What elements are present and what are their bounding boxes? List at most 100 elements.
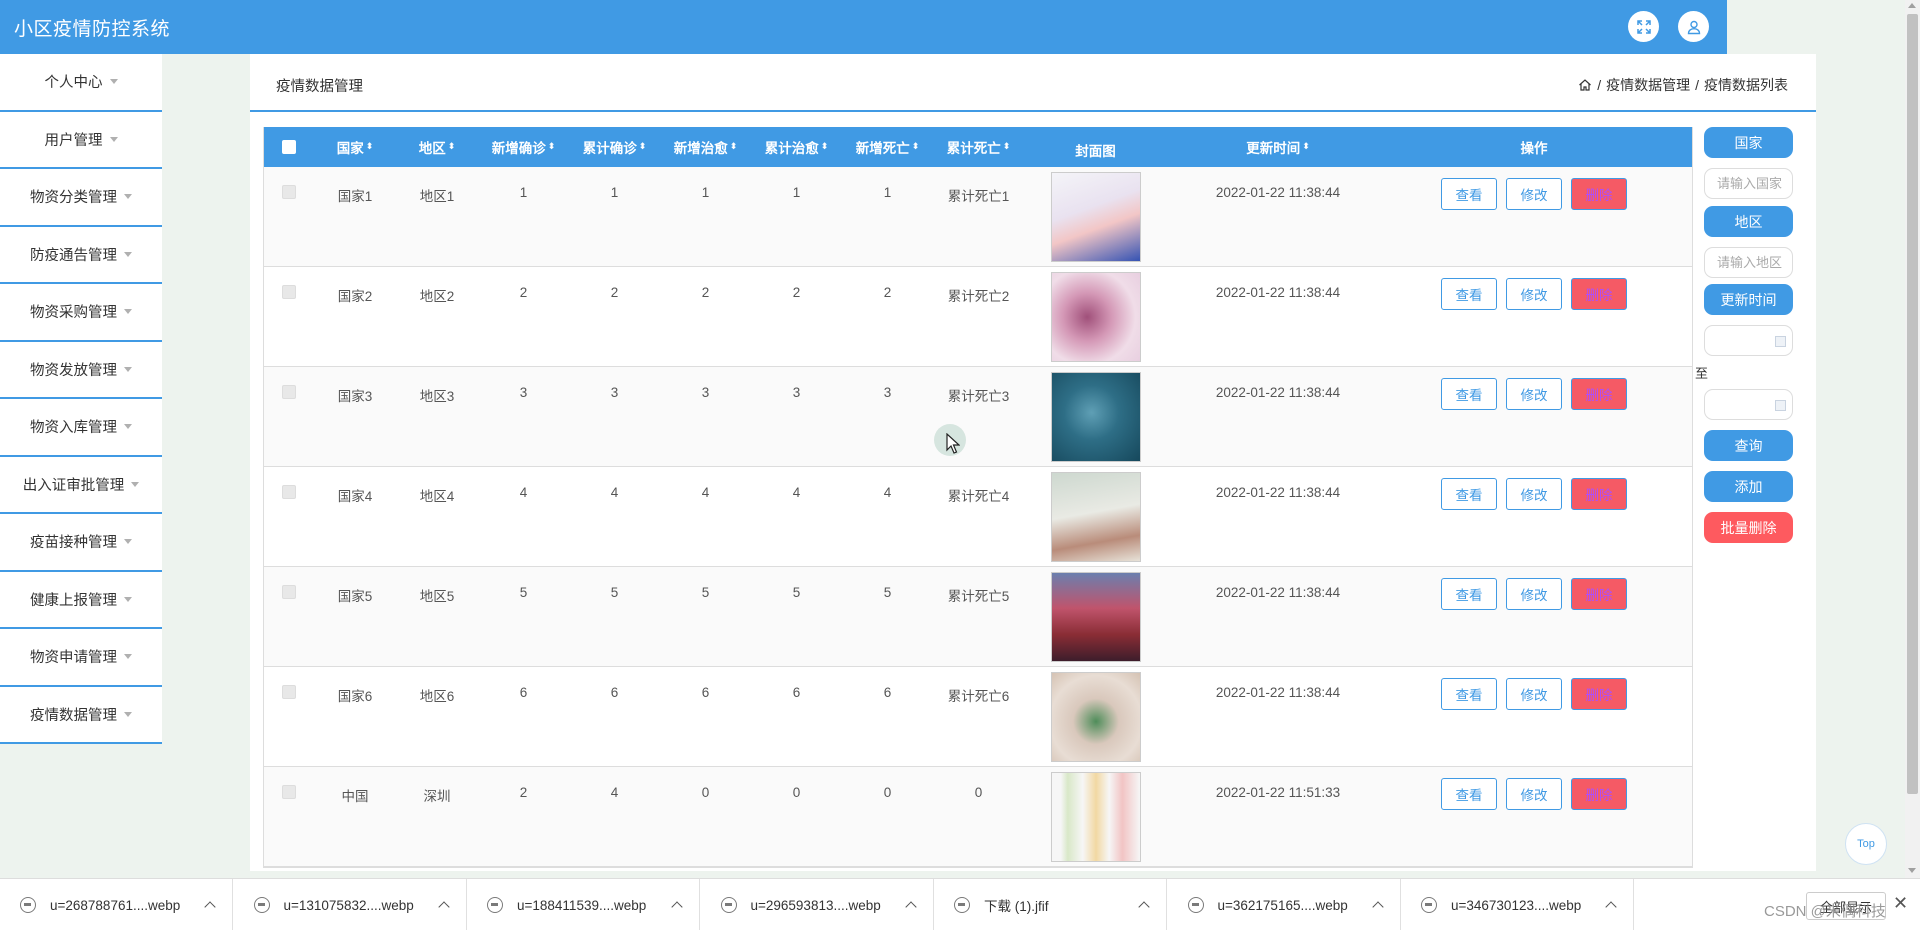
column-header[interactable]: 累计治愈 ⬍ xyxy=(751,137,842,157)
row-checkbox[interactable] xyxy=(282,485,296,499)
column-header[interactable]: 国家 ⬍ xyxy=(314,137,396,157)
delete-button[interactable]: 删除 xyxy=(1571,678,1627,710)
start-date-input[interactable] xyxy=(1704,325,1793,356)
download-item[interactable]: u=362175165....webp xyxy=(1168,879,1401,930)
delete-button[interactable]: 删除 xyxy=(1571,578,1627,610)
sidebar-item[interactable]: 用户管理 xyxy=(0,111,162,169)
download-file-name: u=296593813....webp xyxy=(750,897,881,913)
column-header[interactable]: 新增死亡 ⬍ xyxy=(842,137,933,157)
column-header[interactable]: 地区 ⬍ xyxy=(396,137,478,157)
edit-button[interactable]: 修改 xyxy=(1506,578,1562,610)
cover-image[interactable] xyxy=(1050,472,1141,562)
edit-button[interactable]: 修改 xyxy=(1506,678,1562,710)
cell-region: 地区1 xyxy=(419,189,455,204)
sidebar-item[interactable]: 物资入库管理 xyxy=(0,399,162,457)
download-item[interactable]: u=296593813....webp xyxy=(701,879,934,930)
column-header[interactable]: 累计确诊 ⬍ xyxy=(569,137,660,157)
edit-button[interactable]: 修改 xyxy=(1506,478,1562,510)
row-checkbox[interactable] xyxy=(282,385,296,399)
cover-image[interactable] xyxy=(1050,272,1141,362)
delete-button[interactable]: 删除 xyxy=(1571,178,1627,210)
cover-image[interactable] xyxy=(1050,372,1141,462)
edit-button[interactable]: 修改 xyxy=(1506,178,1562,210)
edit-button[interactable]: 修改 xyxy=(1506,378,1562,410)
chevron-up-icon[interactable] xyxy=(1371,901,1384,913)
delete-button[interactable]: 删除 xyxy=(1571,278,1627,310)
view-button[interactable]: 查看 xyxy=(1441,778,1497,810)
back-to-top-button[interactable]: Top xyxy=(1845,823,1887,865)
close-icon[interactable]: ✕ xyxy=(1893,893,1908,914)
delete-button[interactable]: 删除 xyxy=(1571,778,1627,810)
download-item[interactable]: u=346730123....webp xyxy=(1401,879,1634,930)
cover-image[interactable] xyxy=(1050,672,1141,762)
chevron-up-icon[interactable] xyxy=(204,901,216,913)
update-time-label-button[interactable]: 更新时间 xyxy=(1704,284,1793,315)
view-button[interactable]: 查看 xyxy=(1441,278,1497,310)
batch-delete-button[interactable]: 批量删除 xyxy=(1704,512,1793,543)
row-checkbox[interactable] xyxy=(282,685,296,699)
view-button[interactable]: 查看 xyxy=(1441,178,1497,210)
chevron-up-icon[interactable] xyxy=(1138,901,1150,913)
sidebar-item[interactable]: 物资发放管理 xyxy=(0,341,162,399)
cell-total-confirmed: 3 xyxy=(610,385,619,400)
chevron-up-icon[interactable] xyxy=(437,901,450,913)
chevron-up-icon[interactable] xyxy=(671,901,683,913)
scrollbar-thumb[interactable] xyxy=(1907,14,1918,794)
sidebar-item[interactable]: 个人中心 xyxy=(0,54,162,112)
edit-button[interactable]: 修改 xyxy=(1506,278,1562,310)
sidebar-item[interactable]: 疫情数据管理 xyxy=(0,686,162,744)
cover-image[interactable] xyxy=(1050,172,1141,262)
column-header[interactable]: 新增确诊 ⬍ xyxy=(478,137,569,157)
watermark: CSDN @米偶科技 xyxy=(1764,903,1886,920)
chevron-up-icon[interactable] xyxy=(904,901,917,913)
row-checkbox[interactable] xyxy=(282,185,296,199)
fullscreen-button[interactable] xyxy=(1628,11,1659,42)
user-button[interactable] xyxy=(1678,11,1709,42)
country-input[interactable] xyxy=(1704,168,1793,199)
cover-image[interactable] xyxy=(1050,572,1141,662)
column-header[interactable]: 更新时间 ⬍ xyxy=(1167,137,1389,157)
sidebar-item[interactable]: 物资申请管理 xyxy=(0,629,162,687)
end-date-input[interactable] xyxy=(1704,389,1793,420)
view-button[interactable]: 查看 xyxy=(1441,378,1497,410)
download-item[interactable]: u=188411539....webp xyxy=(467,879,700,930)
column-header[interactable]: 新增治愈 ⬍ xyxy=(660,137,751,157)
scroll-up-arrow-icon[interactable] xyxy=(1908,3,1916,8)
add-button[interactable]: 添加 xyxy=(1704,471,1793,502)
view-button[interactable]: 查看 xyxy=(1441,478,1497,510)
row-checkbox[interactable] xyxy=(282,585,296,599)
download-item[interactable]: 下载 (1).jfif xyxy=(934,879,1167,930)
sidebar-item[interactable]: 健康上报管理 xyxy=(0,571,162,629)
cell-total-cured: 1 xyxy=(792,185,801,200)
download-item[interactable]: u=268788761....webp xyxy=(0,879,233,930)
cell-cover-image xyxy=(1024,767,1167,866)
cover-image[interactable] xyxy=(1050,772,1141,862)
sidebar-item[interactable]: 疫苗接种管理 xyxy=(0,514,162,572)
edit-button[interactable]: 修改 xyxy=(1506,778,1562,810)
sidebar-item[interactable]: 防疫通告管理 xyxy=(0,226,162,284)
sidebar-item[interactable]: 出入证审批管理 xyxy=(0,456,162,514)
scroll-down-arrow-icon[interactable] xyxy=(1908,868,1916,873)
download-item[interactable]: u=131075832....webp xyxy=(234,879,467,930)
column-header[interactable]: 累计死亡 ⬍ xyxy=(933,137,1024,157)
chevron-up-icon[interactable] xyxy=(1605,901,1617,913)
view-button[interactable]: 查看 xyxy=(1441,678,1497,710)
region-label-button[interactable]: 地区 xyxy=(1704,206,1793,237)
row-checkbox[interactable] xyxy=(282,285,296,299)
view-button[interactable]: 查看 xyxy=(1441,578,1497,610)
calendar-icon xyxy=(1775,400,1786,411)
breadcrumb-item-module[interactable]: 疫情数据管理 xyxy=(1606,75,1690,95)
delete-button[interactable]: 删除 xyxy=(1571,378,1627,410)
sidebar-item[interactable]: 物资采购管理 xyxy=(0,284,162,342)
region-input[interactable] xyxy=(1704,247,1793,278)
home-icon[interactable] xyxy=(1578,78,1592,92)
row-checkbox[interactable] xyxy=(282,785,296,799)
query-button[interactable]: 查询 xyxy=(1704,430,1793,461)
column-header-label: 地区 xyxy=(418,141,446,156)
cell-updated-time: 2022-01-22 11:38:44 xyxy=(1215,685,1341,700)
select-all-checkbox[interactable] xyxy=(282,140,296,154)
cell-actions: 查看 修改 删除 xyxy=(1389,367,1679,466)
country-label-button[interactable]: 国家 xyxy=(1704,127,1793,158)
delete-button[interactable]: 删除 xyxy=(1571,478,1627,510)
sidebar-item[interactable]: 物资分类管理 xyxy=(0,169,162,227)
